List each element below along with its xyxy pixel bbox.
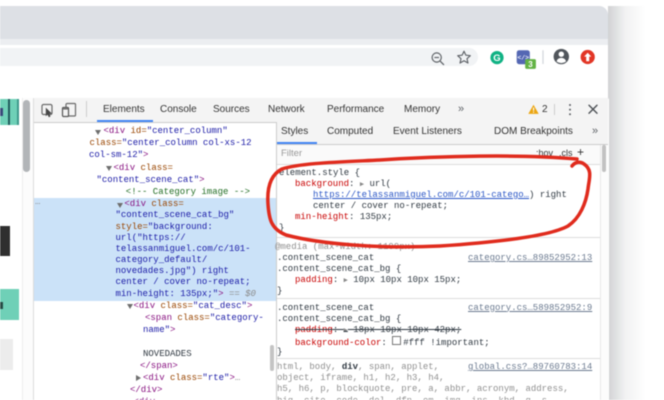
svg-text:3: 3 xyxy=(528,60,533,69)
svg-text:G: G xyxy=(493,53,500,64)
